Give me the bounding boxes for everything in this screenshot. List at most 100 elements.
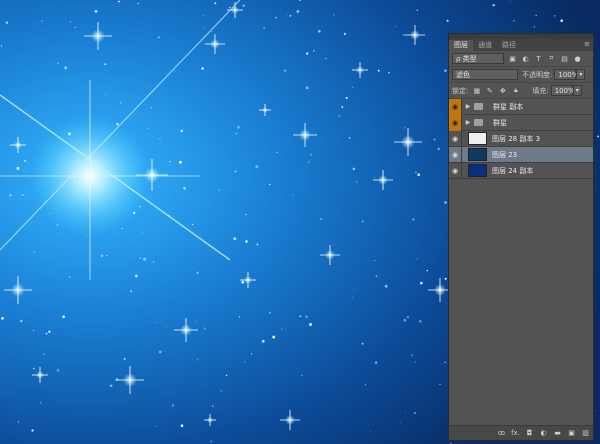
star-dot (301, 374, 303, 377)
layer-thumbnail (468, 148, 487, 161)
layer-row[interactable]: ◉ 图层 24 副本 (449, 162, 593, 179)
star-dot (383, 28, 385, 29)
layer-row[interactable]: ◉ ▶ 群星 副本 (449, 98, 593, 115)
star-dot (68, 275, 71, 278)
star-dot (202, 14, 205, 16)
star-dot (156, 322, 158, 324)
visibility-eye-icon[interactable]: ◉ (449, 98, 462, 115)
filter-smart-object-icon[interactable]: ▤ (560, 55, 569, 63)
visibility-eye-icon[interactable]: ◉ (449, 146, 462, 163)
panel-menu-icon[interactable]: ≡ (584, 40, 590, 48)
star-dot (152, 261, 155, 263)
star-dot (444, 361, 446, 364)
blend-mode-select[interactable]: 滤色 (452, 69, 518, 80)
star-dot (395, 26, 397, 28)
star-dot (384, 284, 388, 288)
star-dot (417, 173, 421, 177)
expand-arrow-icon[interactable]: ▶ (464, 119, 472, 126)
star-dot (0, 45, 3, 47)
panel-tabs: 图层 通道 路径 ≡ (449, 39, 593, 51)
star-dot (165, 350, 166, 352)
star-dot (141, 112, 142, 113)
star-dot (201, 67, 204, 70)
star-dot (419, 281, 423, 285)
star-dot (196, 271, 199, 274)
lock-transparent-icon[interactable]: ▦ (472, 87, 481, 95)
star-dot (560, 19, 564, 23)
star-dot (305, 52, 309, 55)
layer-row[interactable]: ◉ 图层 28 副本 3 (449, 130, 593, 147)
lock-image-icon[interactable]: ✎ (485, 87, 494, 95)
star-dot (341, 106, 344, 109)
star-dot (299, 315, 302, 318)
layer-name: 图层 28 副本 3 (492, 134, 541, 143)
star-dot (404, 127, 406, 129)
fx-icon[interactable]: fx. (511, 429, 520, 437)
filter-kind-select[interactable]: ρ 类型 (452, 53, 504, 64)
star-dot (374, 259, 376, 262)
star-dot (141, 232, 143, 234)
star-dot (105, 93, 107, 95)
star-dot (178, 160, 182, 164)
star-dot (211, 30, 213, 33)
star-dot (238, 316, 241, 318)
star-dot (597, 135, 600, 138)
tab-channels[interactable]: 通道 (473, 40, 497, 51)
lock-position-icon[interactable]: ✥ (498, 87, 507, 95)
star-dot (338, 114, 341, 117)
filter-type-icon[interactable]: T (534, 55, 543, 63)
new-layer-icon[interactable]: ▣ (567, 429, 576, 437)
opacity-input[interactable]: 100% (554, 69, 578, 80)
layer-name: 图层 23 (492, 150, 518, 159)
filter-pixel-icon[interactable]: ▣ (508, 55, 517, 63)
visibility-eye-icon[interactable]: ◉ (449, 114, 462, 131)
fill-dropdown-icon[interactable]: ▾ (572, 85, 582, 96)
visibility-eye-icon[interactable]: ◉ (449, 130, 462, 147)
star-dot (284, 69, 287, 72)
mask-icon[interactable]: ◘ (525, 429, 534, 437)
star-dot (180, 129, 184, 133)
star-dot (509, 0, 511, 2)
star-dot (235, 132, 238, 135)
trash-icon[interactable]: ▥ (581, 429, 590, 437)
tab-paths[interactable]: 路径 (497, 40, 521, 51)
star-dot (595, 410, 597, 412)
star-dot (361, 342, 364, 345)
link-icon[interactable]: ꝏ (497, 429, 506, 437)
layer-thumbnail (468, 132, 487, 145)
lock-all-icon[interactable]: 🔒︎ (511, 86, 520, 95)
star-dot (194, 321, 196, 323)
filter-adjustment-icon[interactable]: ◐ (521, 55, 530, 63)
star-dot (193, 267, 195, 269)
star-dot (245, 240, 248, 243)
filter-toggle-icon[interactable]: ● (573, 55, 582, 63)
star-dot (433, 138, 436, 141)
star-dot (183, 186, 186, 190)
star-dot (139, 257, 141, 259)
layer-row[interactable]: ◉ ▶ 群星 (449, 114, 593, 131)
star-dot (130, 290, 132, 292)
star-dot (375, 275, 378, 277)
star-dot (169, 160, 171, 163)
star-dot (419, 319, 422, 323)
star-dot (119, 102, 122, 104)
star-dot (197, 153, 199, 155)
star-dot (292, 194, 294, 196)
star-dot (121, 227, 123, 230)
layer-row[interactable]: ◉ 图层 23 (449, 146, 593, 163)
expand-arrow-icon[interactable]: ▶ (464, 103, 472, 110)
star-dot (203, 327, 206, 330)
folder-icon[interactable]: ▬ (553, 429, 562, 437)
filter-shape-icon[interactable]: ⌗ (547, 54, 556, 63)
fill-input[interactable]: 100% (550, 85, 575, 96)
adjustment-icon[interactable]: ◐ (539, 429, 548, 437)
star-dot (16, 167, 20, 170)
tab-layers[interactable]: 图层 (449, 40, 473, 51)
star-dot (437, 147, 440, 151)
star-dot (411, 354, 413, 356)
star-dot (363, 244, 365, 245)
star-dot (405, 411, 407, 413)
visibility-eye-icon[interactable]: ◉ (449, 162, 462, 179)
star-dot (48, 330, 51, 333)
opacity-dropdown-icon[interactable]: ▾ (576, 69, 586, 80)
